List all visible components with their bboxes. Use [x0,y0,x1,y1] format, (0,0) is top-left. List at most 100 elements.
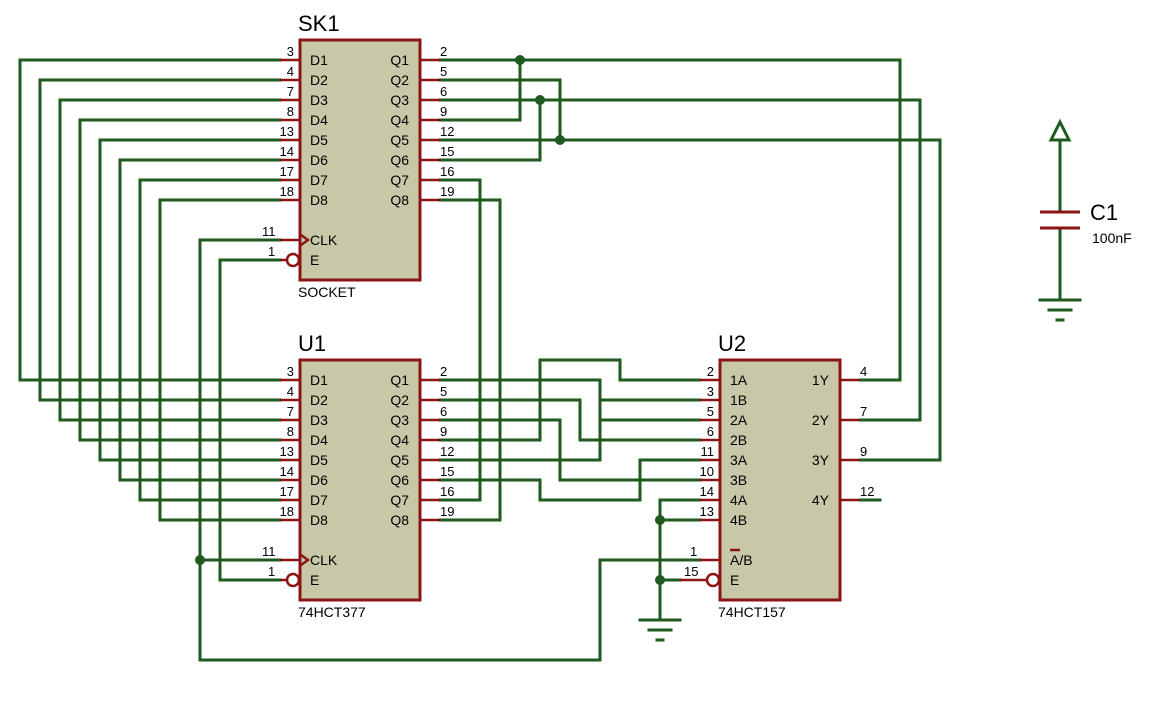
sk1-pin-number: 6 [440,84,447,99]
sk1-pin-label: Q6 [390,152,409,168]
sk1-pin-label: D7 [310,172,328,188]
u2-pin-number: 2 [707,364,714,379]
wire-sk1-q3 [438,98,922,422]
u2-pin-number: 9 [860,444,867,459]
sk1-pin-number: 4 [287,64,294,79]
sk1-pin-label: D5 [310,132,328,148]
u1-pin-number: 9 [440,424,447,439]
u2-pin-label: 3Y [812,452,830,468]
u2-pin-label: 1B [730,392,747,408]
inversion-bubble-icon [285,572,301,588]
u1-pin-label: D8 [310,512,328,528]
u2-component[interactable]: U2 74HCT157 21A31B52A62B113A103B144A134B… [680,331,874,620]
wire-d4 [78,118,282,442]
u1-pin-number: 12 [440,444,454,459]
junction-dot [655,515,665,525]
junction-dot [515,55,525,65]
sk1-pin-label: D2 [310,72,328,88]
sk1-en-label: E [310,252,319,268]
u2-pin-number: 3 [707,384,714,399]
u1-pin-label: Q6 [390,472,409,488]
u2-pin-label: 4B [730,512,747,528]
u1-ref: U1 [298,331,326,356]
junction-dot [195,555,205,565]
u1-pin-label: D7 [310,492,328,508]
sk1-pin-number: 2 [440,44,447,59]
inversion-bubble-icon [285,252,301,268]
sk1-pin-label: Q8 [390,192,409,208]
u2-pin-label: 2A [730,412,748,428]
u1-pin-number: 5 [440,384,447,399]
u2-pin-number: 12 [860,484,874,499]
u1-pin-number: 16 [440,484,454,499]
u1-clk-label: CLK [310,552,338,568]
u2-pin-number: 7 [860,404,867,419]
u2-pin-label: 1A [730,372,748,388]
u1-component[interactable]: U1 74HCT377 3 D1 4 D2 7 D3 8 D4 13 D5 14 D6 17 D7 18 D8… [262,331,454,620]
u2-pin-number: 5 [707,404,714,419]
ground-icon [1038,298,1082,322]
u1-pin-number: 3 [287,364,294,379]
junctions [195,55,665,585]
wire-sk1-q6 [438,98,542,162]
u1-pin-number: 15 [440,464,454,479]
u1-pin-label: Q4 [390,432,409,448]
sk1-pin-number: 3 [287,44,294,59]
u2-en-num: 15 [684,564,698,579]
sk1-component[interactable]: SK1 SOCKET 3D14D27D38D413D514D617D718D8 … [262,11,454,300]
u1-pin-number: 19 [440,504,454,519]
sk1-clk-label: CLK [310,232,338,248]
sk1-pin-number: 7 [287,84,294,99]
sk1-pin-label: D6 [310,152,328,168]
sk1-value: SOCKET [298,284,356,300]
power-arrow-icon [1048,118,1072,142]
sk1-clk-num: 11 [262,224,276,239]
u1-pin-number: 8 [287,424,294,439]
u1-en-label: E [310,572,319,588]
u1-pin-label: D4 [310,432,328,448]
u2-pin-label: 1Y [812,372,830,388]
sk1-pin-label: D3 [310,92,328,108]
sk1-pin-label: Q5 [390,132,409,148]
u2-pin-number: 6 [707,424,714,439]
u1-pin-label: D6 [310,472,328,488]
u2-pin-number: 11 [701,444,715,459]
u1-pin-label: Q1 [390,372,409,388]
sk1-pin-number: 15 [440,144,454,159]
u1-pin-number: 18 [280,504,294,519]
sk1-pin-label: Q3 [390,92,409,108]
sk1-pin-number: 5 [440,64,447,79]
u1-pin-label: D5 [310,452,328,468]
wires [18,58,1062,662]
sk1-pin-number: 16 [440,164,454,179]
wire-d5 [98,138,282,462]
u2-pin-label: 4A [730,492,748,508]
u2-pin-number: 10 [700,464,714,479]
sk1-pin-number: 17 [280,164,294,179]
u1-pin-number: 2 [440,364,447,379]
sk1-pin-number: 8 [287,104,294,119]
wire-sk1-q2 [438,78,562,142]
u2-pin-label: 2Y [812,412,830,428]
junction-dot [655,575,665,585]
u1-pin-number: 7 [287,404,294,419]
junction-dot [535,95,545,105]
ground-icon [638,618,682,642]
sk1-pin-number: 13 [280,124,294,139]
u1-pin-number: 4 [287,384,294,399]
u2-pin-number: 13 [700,504,714,519]
u2-pin-label: 4Y [812,492,830,508]
sk1-pin-number: 19 [440,184,454,199]
u1-pin-label: Q3 [390,412,409,428]
sk1-pin-label: Q4 [390,112,409,128]
u1-pin-number: 6 [440,404,447,419]
u2-pin-number: 4 [860,364,867,379]
u1-value: 74HCT377 [298,604,366,620]
sk1-pin-number: 12 [440,124,454,139]
u1-pin-label: D1 [310,372,328,388]
u2-sel-label: A/B [730,552,753,568]
c1-component[interactable]: C1 100nF [1040,200,1132,246]
junction-dot [555,135,565,145]
u1-pin-label: D3 [310,412,328,428]
sk1-pin-number: 14 [280,144,294,159]
